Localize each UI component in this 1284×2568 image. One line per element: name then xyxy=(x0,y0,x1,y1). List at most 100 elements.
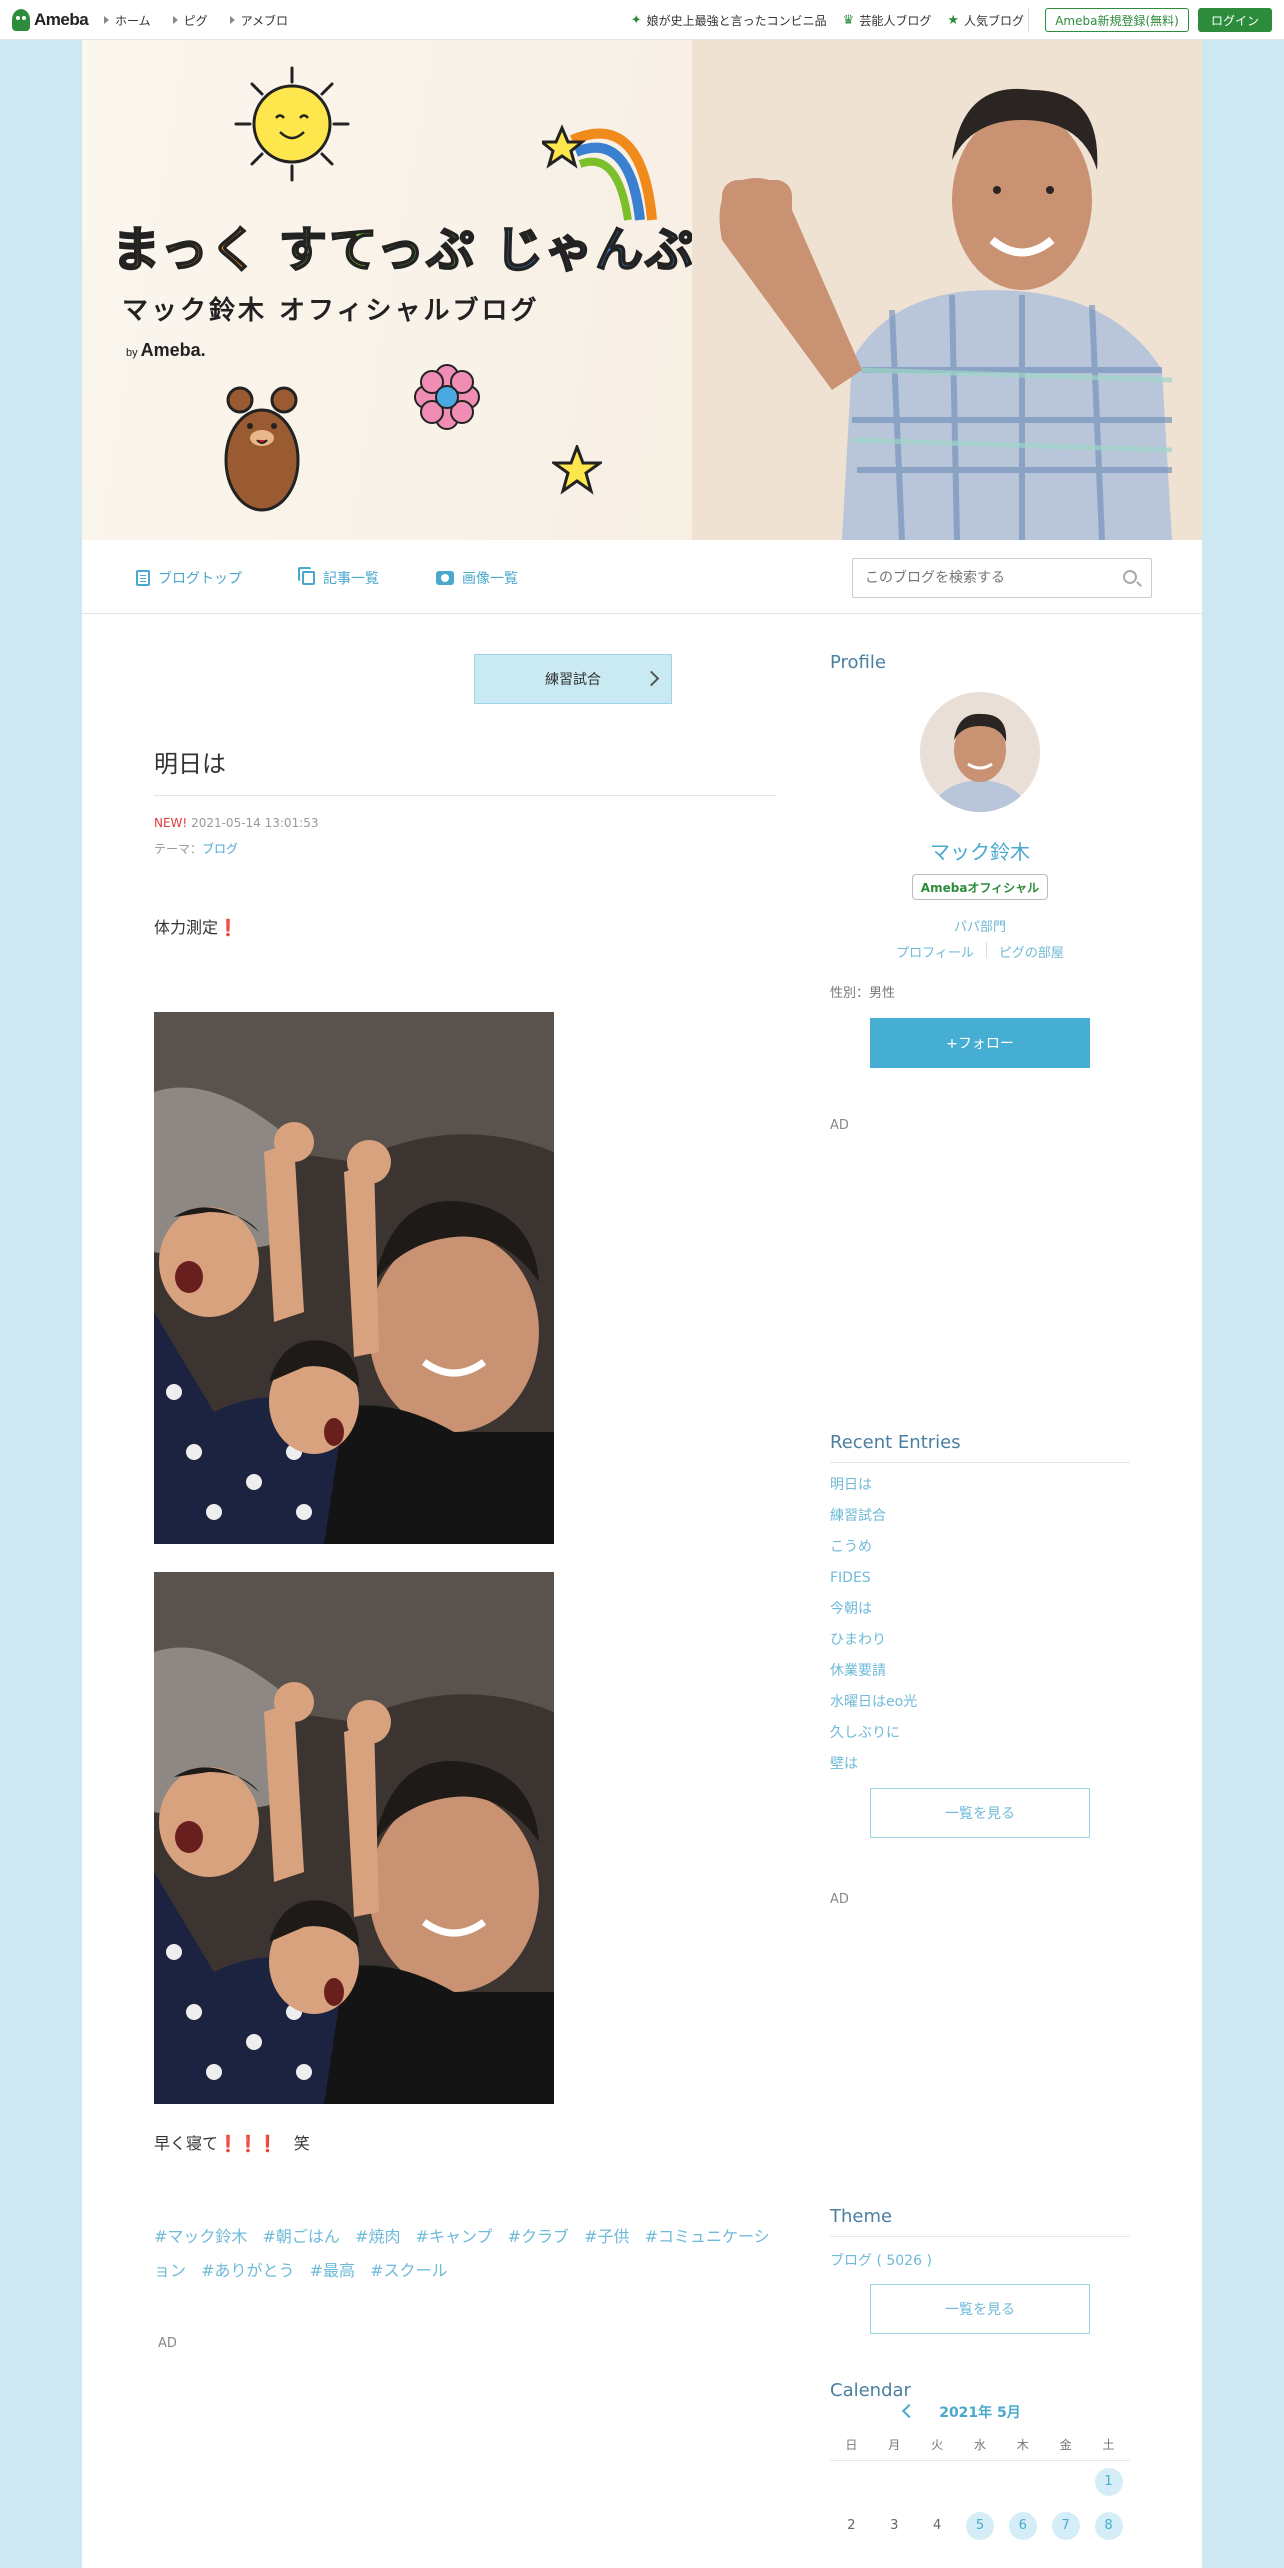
promo-link-convenience[interactable]: ✦ 娘が史上最強と言ったコンビニ品 xyxy=(631,12,827,29)
weekday-label: 木 xyxy=(1001,2430,1045,2461)
calendar-day: 3 xyxy=(873,2504,916,2548)
celebrity-blog-link[interactable]: ♛ 芸能人ブログ xyxy=(843,12,932,29)
pigg-room-link[interactable]: ピグの部屋 xyxy=(999,942,1064,961)
article-photo[interactable] xyxy=(154,1572,554,2104)
hashtag[interactable]: #マック鈴木 xyxy=(154,2227,247,2246)
recent-entry-link[interactable]: 休業要請 xyxy=(830,1656,1130,1687)
hashtag[interactable]: #焼肉 xyxy=(355,2227,400,2246)
nav-pigg-label: ピグ xyxy=(183,13,208,28)
article-text-2-suffix: 笑 xyxy=(277,2134,310,2153)
profile-name[interactable]: マック鈴木 xyxy=(830,836,1130,865)
hashtag[interactable]: #クラブ xyxy=(508,2227,569,2246)
calendar-day[interactable]: 5 xyxy=(959,2504,1002,2548)
blog-nav: ブログトップ 記事一覧 画像一覧 xyxy=(82,540,1202,614)
theme-link[interactable]: ブログ xyxy=(202,842,238,856)
nav-ameblo[interactable]: アメブロ xyxy=(229,12,288,29)
nav-home[interactable]: ホーム xyxy=(104,12,151,29)
calendar-day-number[interactable]: 7 xyxy=(1051,2512,1080,2540)
category-link[interactable]: パパ部門 xyxy=(830,916,1130,935)
theme-more-button[interactable]: 一覧を見る xyxy=(870,2284,1090,2334)
ameba-logo[interactable]: Ameba xyxy=(12,8,89,32)
recent-entry-link[interactable]: 久しぶりに xyxy=(830,1718,1130,1749)
article-photo[interactable] xyxy=(154,1012,554,1544)
recent-more-button[interactable]: 一覧を見る xyxy=(870,1788,1090,1838)
ad-label: AD xyxy=(158,2336,177,2351)
profile-avatar[interactable] xyxy=(920,692,1040,812)
star-illustration xyxy=(552,445,602,495)
document-icon xyxy=(136,570,150,586)
heading-divider xyxy=(830,1462,1130,1463)
flower-illustration xyxy=(414,364,480,430)
global-nav: ホーム ピグ アメブロ xyxy=(104,0,288,40)
blog-top-label: ブログトップ xyxy=(158,571,242,587)
banner-by-ameba: by Ameba. xyxy=(126,340,206,361)
article-theme: テーマ：ブログ xyxy=(154,840,238,857)
calendar-day-number[interactable]: 1 xyxy=(1094,2468,1123,2497)
theme-nav-label: 練習試合 xyxy=(545,672,601,688)
recent-entry-link[interactable]: 練習試合 xyxy=(830,1501,1130,1532)
recent-entry-link[interactable]: 水曜日はeo光 xyxy=(830,1687,1130,1718)
hashtag[interactable]: #最高 xyxy=(310,2261,355,2280)
article-text-1-body: 体力測定 xyxy=(154,918,219,937)
login-button[interactable]: ログイン xyxy=(1198,8,1272,32)
weekday-label: 月 xyxy=(872,2430,916,2461)
calendar-heading: Calendar xyxy=(830,2380,911,2401)
hashtag[interactable]: #ありがとう xyxy=(201,2261,294,2280)
theme-item-link[interactable]: ブログ ( 5026 ) xyxy=(830,2250,932,2270)
calendar-week: 2 3 4 5 6 7 8 xyxy=(830,2504,1130,2548)
bear-illustration xyxy=(224,386,300,512)
calendar-day-empty xyxy=(1044,2460,1087,2504)
calendar-day-number[interactable]: 8 xyxy=(1094,2512,1123,2540)
image-list-link[interactable]: 画像一覧 xyxy=(436,568,518,588)
title-divider xyxy=(154,795,776,796)
by-brand: Ameba. xyxy=(140,340,206,360)
copy-icon xyxy=(302,571,315,585)
recent-entry-link[interactable]: 壁は xyxy=(830,1749,1130,1780)
hashtag[interactable]: #スクール xyxy=(370,2261,447,2280)
article-text-1: 体力測定❗ xyxy=(154,914,238,938)
hashtag[interactable]: #子供 xyxy=(584,2227,629,2246)
entry-list-link[interactable]: 記事一覧 xyxy=(302,568,379,588)
profile-gender: 性別：男性 xyxy=(830,986,896,1001)
popular-blog-link[interactable]: ★ 人気ブログ xyxy=(947,12,1024,29)
article-title[interactable]: 明日は xyxy=(154,744,226,779)
nav-pigg[interactable]: ピグ xyxy=(172,12,208,29)
blog-search-input[interactable] xyxy=(853,559,1103,597)
recent-entry-link[interactable]: FIDES xyxy=(830,1563,1130,1594)
follow-button[interactable]: +フォロー xyxy=(870,1018,1090,1068)
family-photo-image xyxy=(154,1012,554,1544)
register-button[interactable]: Ameba新規登録(無料) xyxy=(1045,8,1189,32)
blogger-photo xyxy=(692,40,1202,540)
popular-blog-label: 人気ブログ xyxy=(963,13,1024,28)
sparkle-icon: ✦ xyxy=(630,12,642,28)
hashtag[interactable]: #キャンプ xyxy=(416,2227,493,2246)
hashtag[interactable]: #朝ごはん xyxy=(263,2227,340,2246)
sun-illustration xyxy=(234,66,350,182)
theme-nav-button[interactable]: 練習試合 xyxy=(474,654,672,704)
exclamation-icon: ❗ xyxy=(218,918,238,937)
blog-top-link[interactable]: ブログトップ xyxy=(136,568,242,588)
blog-header-banner[interactable]: まっく すてっぷ じゃんぷ マック鈴木 オフィシャルブログ by Ameba. xyxy=(82,40,1202,540)
search-icon[interactable] xyxy=(1123,570,1137,584)
profile-link[interactable]: プロフィール xyxy=(896,942,974,961)
recent-entry-link[interactable]: ひまわり xyxy=(830,1625,1130,1656)
profile-heading: Profile xyxy=(830,652,886,673)
official-badge: Amebaオフィシャル xyxy=(912,874,1048,900)
ad-label: AD xyxy=(830,1118,849,1133)
calendar-day[interactable]: 8 xyxy=(1087,2504,1130,2548)
recent-entry-link[interactable]: 明日は xyxy=(830,1470,1130,1501)
calendar-day[interactable]: 7 xyxy=(1044,2504,1087,2548)
calendar-day-number[interactable]: 5 xyxy=(965,2512,994,2540)
calendar-day-number[interactable]: 6 xyxy=(1008,2512,1037,2540)
calendar-day-number: 2 xyxy=(847,2518,856,2533)
calendar-day[interactable]: 1 xyxy=(1087,2460,1130,2504)
theme-prefix: テーマ： xyxy=(154,842,203,856)
theme-heading: Theme xyxy=(830,2206,893,2227)
calendar-table: 日 月 火 水 木 金 土 1 2 3 4 5 6 7 8 xyxy=(830,2430,1130,2548)
calendar-day-number: 4 xyxy=(932,2518,942,2533)
recent-entry-link[interactable]: こうめ xyxy=(830,1532,1130,1563)
calendar-week: 1 xyxy=(830,2460,1130,2504)
recent-entry-link[interactable]: 今朝は xyxy=(830,1594,1130,1625)
calendar-day[interactable]: 6 xyxy=(1001,2504,1044,2548)
image-list-label: 画像一覧 xyxy=(462,571,518,587)
